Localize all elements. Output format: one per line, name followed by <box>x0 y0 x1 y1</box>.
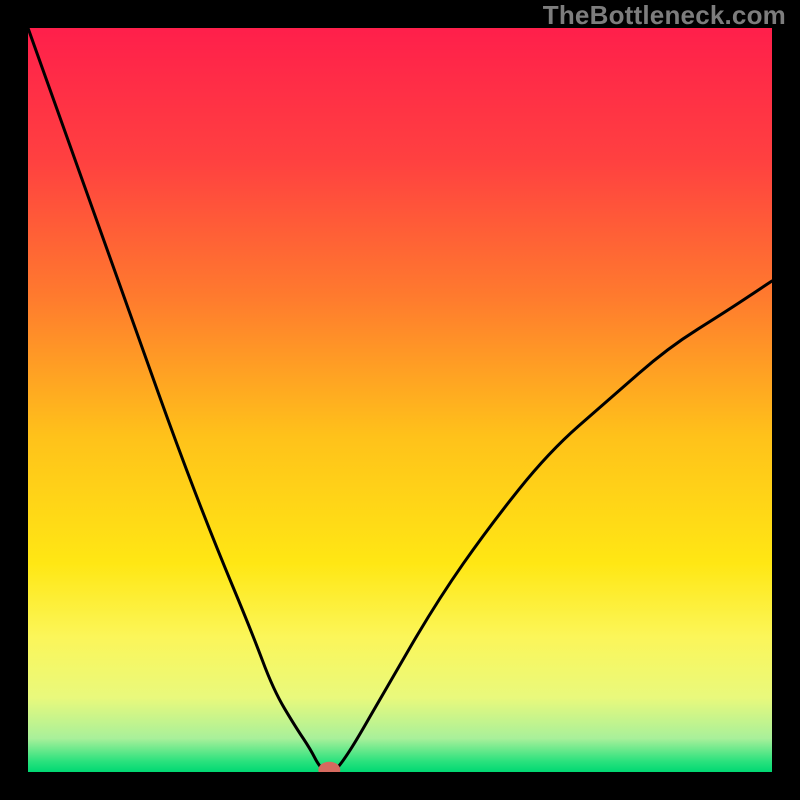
gradient-background <box>28 28 772 772</box>
chart-frame: TheBottleneck.com <box>0 0 800 800</box>
plot-area <box>28 28 772 772</box>
watermark-text: TheBottleneck.com <box>543 0 786 31</box>
chart-svg <box>28 28 772 772</box>
